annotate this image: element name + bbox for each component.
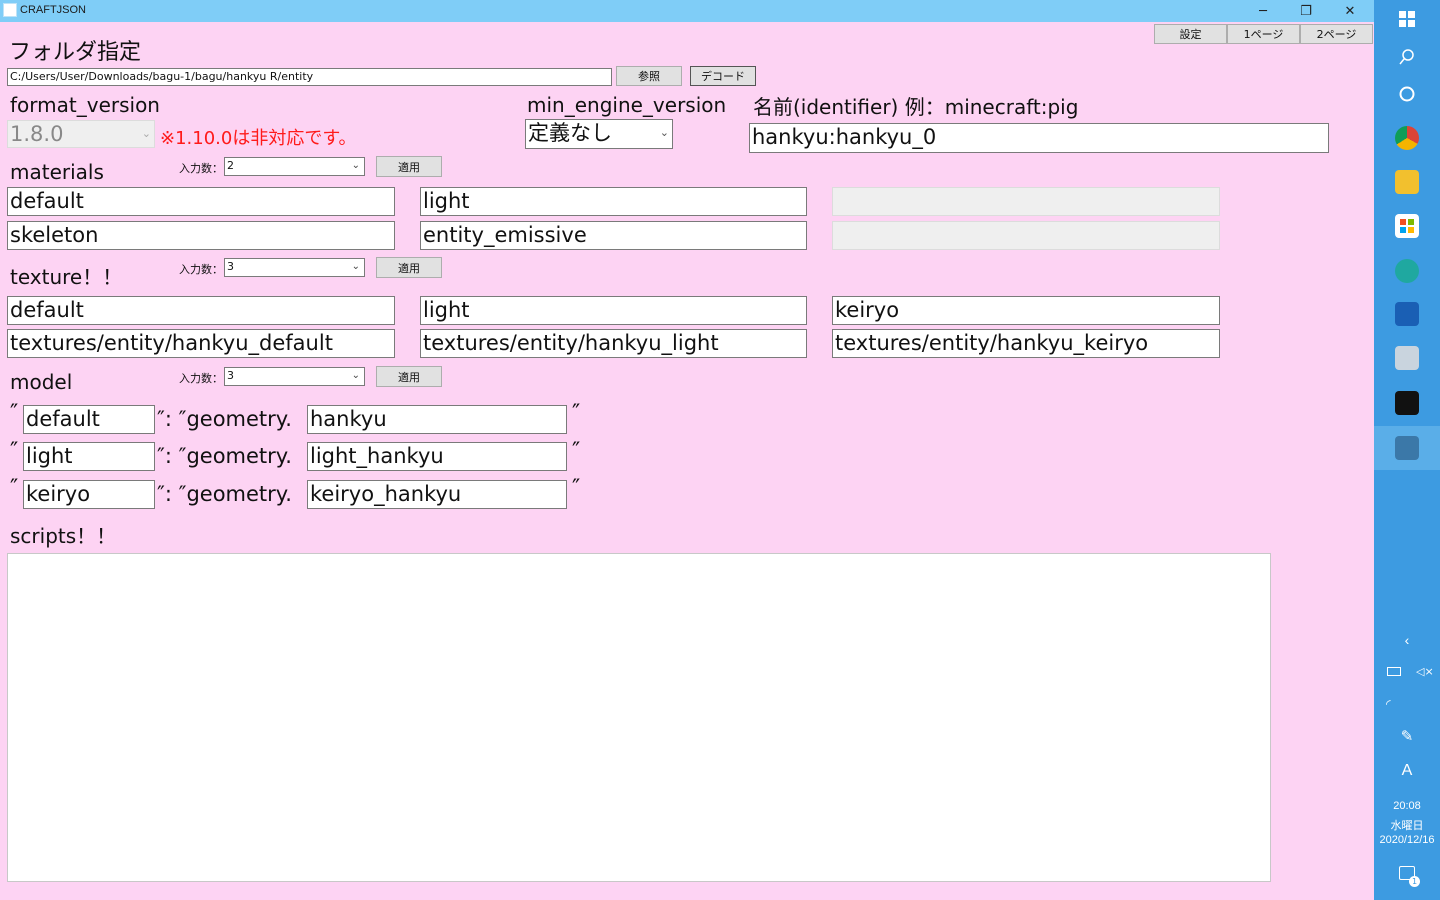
model-separator: ″: ″geometry. <box>157 407 292 431</box>
speaker-muted-icon[interactable]: ◁× <box>1416 665 1434 678</box>
texture-label: texture！！ <box>10 265 123 289</box>
restore-button[interactable]: ❐ <box>1283 0 1329 22</box>
scripts-textarea[interactable] <box>7 553 1271 882</box>
model-close-quote: ″ <box>572 476 581 501</box>
min-engine-version-value: 定義なし <box>528 121 612 145</box>
model-apply-button[interactable]: 適用 <box>376 366 442 387</box>
texture-key-3[interactable]: keiryo <box>832 296 1220 325</box>
pen-icon[interactable]: ✎ <box>1374 727 1440 745</box>
model-geometry-1[interactable]: hankyu <box>307 405 567 434</box>
model-count-value: 3 <box>227 369 234 382</box>
cortana-icon[interactable] <box>1398 85 1416 103</box>
browse-button[interactable]: 参照 <box>616 66 682 86</box>
texture-value-1[interactable]: textures/entity/hankyu_default <box>7 329 395 358</box>
store-icon[interactable] <box>1395 214 1419 238</box>
materials-label: materials <box>10 160 104 184</box>
texture-value-3[interactable]: textures/entity/hankyu_keiryo <box>832 329 1220 358</box>
model-count-label: 入力数： <box>179 372 223 385</box>
materials-count-label: 入力数： <box>179 162 223 175</box>
clock-weekday[interactable]: 水曜日 <box>1374 817 1440 833</box>
decode-button[interactable]: デコード <box>690 66 756 86</box>
close-button[interactable]: ✕ <box>1327 0 1373 22</box>
chevron-left-icon[interactable]: ‹ <box>1374 632 1440 648</box>
settings-button[interactable]: 設定 <box>1154 24 1227 44</box>
materials-key-2[interactable]: light <box>420 187 807 216</box>
file-explorer-icon[interactable] <box>1395 170 1419 194</box>
wifi-icon[interactable]: ◜ <box>1386 697 1391 711</box>
chevron-down-icon: ⌄ <box>659 126 669 139</box>
model-geometry-3[interactable]: keiryo_hankyu <box>307 480 567 509</box>
clock-date[interactable]: 2020/12/16 <box>1374 834 1440 846</box>
min-engine-version-combo[interactable]: 定義なし ⌄ <box>525 119 673 149</box>
texture-value-2[interactable]: textures/entity/hankyu_light <box>420 329 807 358</box>
identifier-input[interactable]: hankyu:hankyu_0 <box>749 123 1329 153</box>
chevron-down-icon: ⌄ <box>141 127 151 140</box>
model-close-quote: ″ <box>572 401 581 426</box>
model-close-quote: ″ <box>572 439 581 464</box>
ime-indicator[interactable]: A <box>1374 762 1440 780</box>
title-bar <box>0 0 1374 22</box>
app-icon <box>3 3 17 17</box>
format-version-value: 1.8.0 <box>10 122 64 146</box>
model-separator: ″: ″geometry. <box>157 482 292 506</box>
terminal-icon[interactable] <box>1395 391 1419 415</box>
materials-value-1[interactable]: skeleton <box>7 221 395 250</box>
model-key-2[interactable]: light <box>23 442 155 471</box>
window-title: CRAFTJSON <box>20 4 86 16</box>
folder-heading: フォルダ指定 <box>9 40 142 65</box>
chevron-down-icon: ⌄ <box>351 261 360 272</box>
model-count-select[interactable]: 3 ⌄ <box>224 367 365 386</box>
texture-count-value: 3 <box>227 260 234 273</box>
format-version-label: format_version <box>10 93 160 117</box>
model-key-3[interactable]: keiryo <box>23 480 155 509</box>
min-engine-version-label: min_engine_version <box>527 93 727 117</box>
scripts-label: scripts！！ <box>10 524 117 548</box>
materials-apply-button[interactable]: 適用 <box>376 156 442 177</box>
format-version-combo[interactable]: 1.8.0 ⌄ <box>7 120 155 148</box>
materials-count-value: 2 <box>227 159 234 172</box>
materials-value-2[interactable]: entity_emissive <box>420 221 807 250</box>
model-open-quote: ″ <box>10 439 19 464</box>
materials-value-3 <box>832 221 1220 250</box>
texture-count-select[interactable]: 3 ⌄ <box>224 258 365 277</box>
materials-count-select[interactable]: 2 ⌄ <box>224 157 365 176</box>
model-label: model <box>10 370 73 394</box>
battery-icon[interactable] <box>1387 667 1401 676</box>
model-separator: ″: ″geometry. <box>157 444 292 468</box>
chrome-icon[interactable] <box>1395 126 1419 150</box>
chevron-down-icon: ⌄ <box>351 370 360 381</box>
page2-button[interactable]: 2ページ <box>1300 24 1373 44</box>
notification-badge: 1 <box>1409 876 1420 887</box>
texture-apply-button[interactable]: 適用 <box>376 257 442 278</box>
model-open-quote: ″ <box>10 476 19 501</box>
materials-key-1[interactable]: default <box>7 187 395 216</box>
folder-path-input[interactable]: C:/Users/User/Downloads/bagu-1/bagu/hank… <box>7 68 612 86</box>
clock-time[interactable]: 20:08 <box>1374 800 1440 812</box>
model-open-quote: ″ <box>10 401 19 426</box>
texture-key-2[interactable]: light <box>420 296 807 325</box>
materials-key-3 <box>832 187 1220 216</box>
search-icon[interactable] <box>1398 48 1416 66</box>
model-key-1[interactable]: default <box>23 405 155 434</box>
texture-key-1[interactable]: default <box>7 296 395 325</box>
python-app-icon[interactable] <box>1395 436 1419 460</box>
page1-button[interactable]: 1ページ <box>1227 24 1300 44</box>
identifier-label: 名前(identifier) 例：minecraft:pig <box>753 95 1079 119</box>
model-geometry-2[interactable]: light_hankyu <box>307 442 567 471</box>
chevron-down-icon: ⌄ <box>351 160 360 171</box>
whiteboard-icon[interactable] <box>1395 302 1419 326</box>
minimize-button[interactable]: ─ <box>1240 0 1286 22</box>
format-version-warning: ※1.10.0は非対応です。 <box>160 128 357 149</box>
texture-count-label: 入力数： <box>179 263 223 276</box>
windows-start-icon[interactable] <box>1399 11 1415 27</box>
app-icon-generic[interactable] <box>1395 346 1419 370</box>
edge-icon[interactable] <box>1395 259 1419 283</box>
